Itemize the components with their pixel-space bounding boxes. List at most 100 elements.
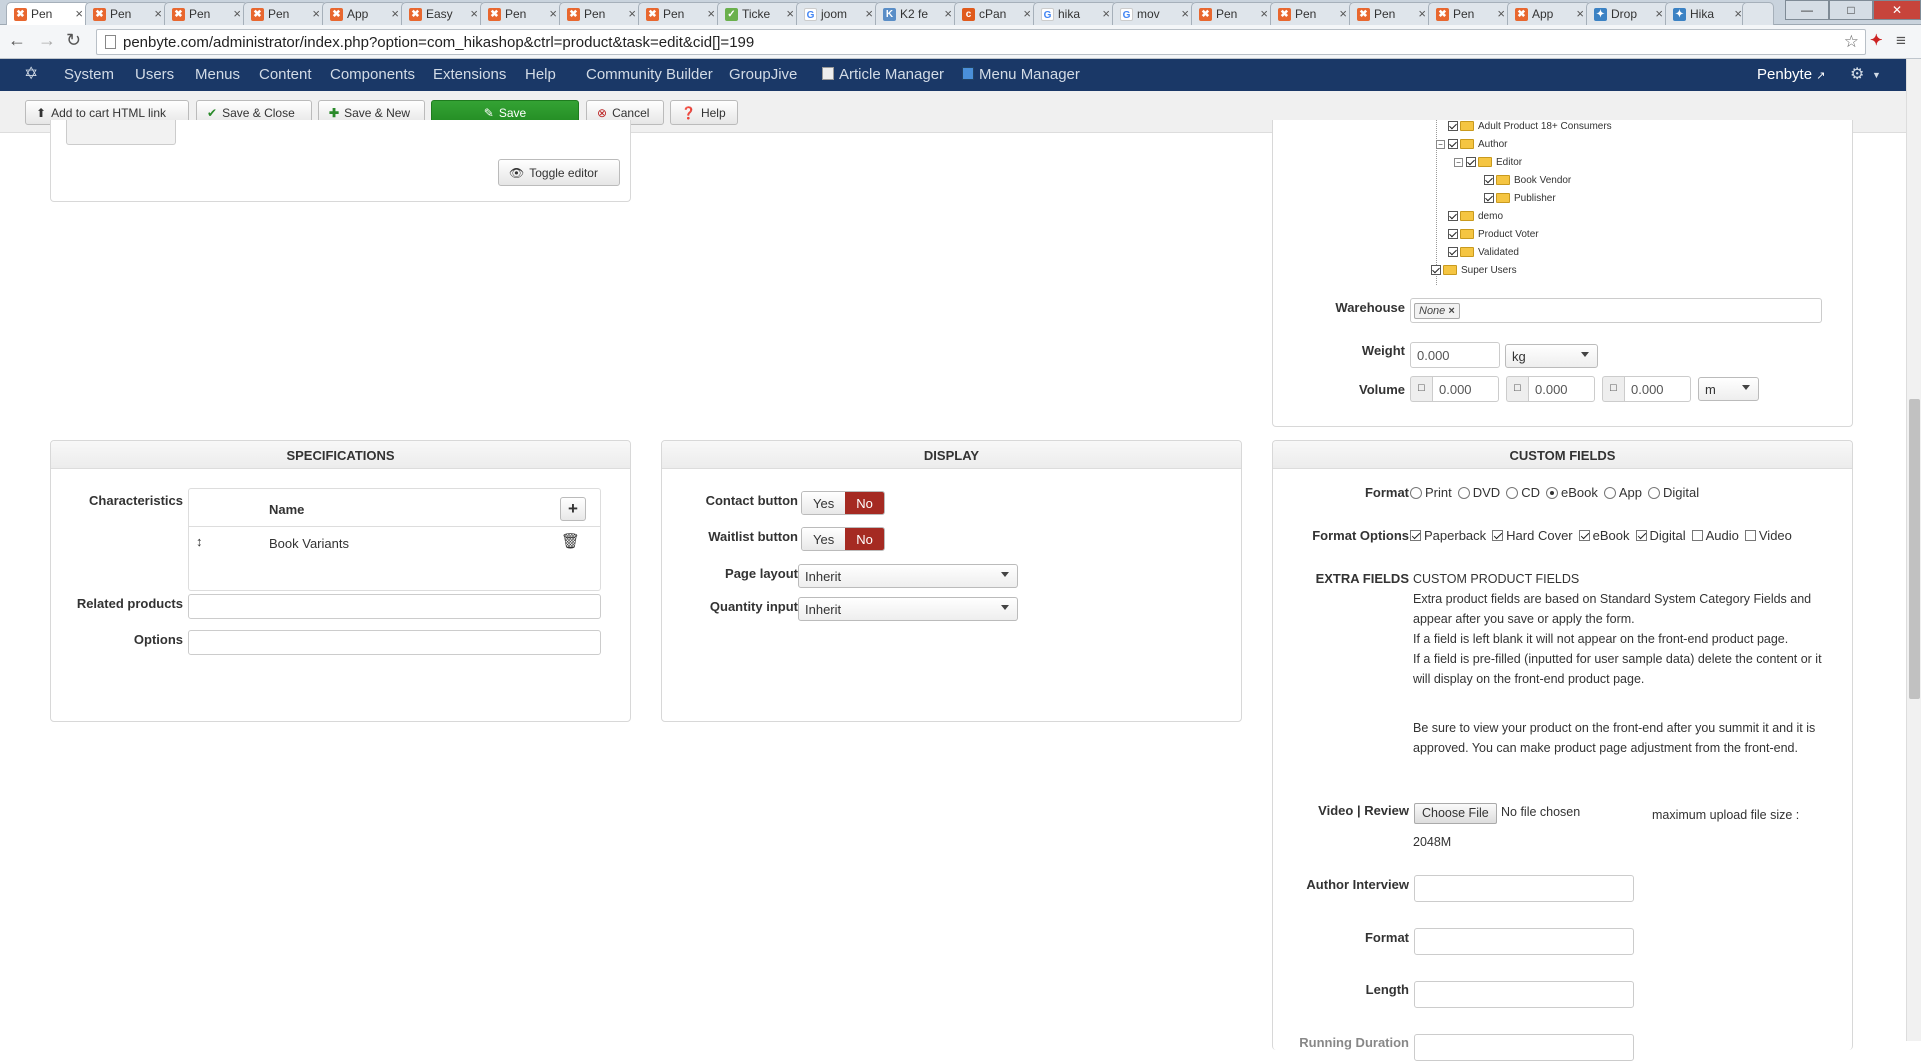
trash-icon[interactable]: 🗑 <box>561 532 580 550</box>
page-scrollbar[interactable] <box>1906 59 1921 1041</box>
tab-close-icon[interactable]: × <box>1734 6 1742 21</box>
nav-extensions[interactable]: Extensions <box>433 66 506 83</box>
browser-tab[interactable]: ✖ Pen × <box>164 2 248 25</box>
help-button[interactable]: ❓ Help <box>670 100 738 125</box>
add-characteristic-button[interactable]: + <box>560 497 586 521</box>
tree-item[interactable]: demo <box>1448 211 1503 222</box>
tree-item[interactable]: Book Vendor <box>1484 175 1571 186</box>
maximize-icon[interactable]: □ <box>1829 0 1873 20</box>
browser-tab[interactable]: Gmov × <box>1112 2 1196 25</box>
browser-tab[interactable]: ✖ App × <box>1507 2 1591 25</box>
browser-tab[interactable]: Gjoom × <box>796 2 880 25</box>
tree-collapse-icon[interactable]: − <box>1454 157 1463 167</box>
tree-collapse-icon[interactable]: − <box>1436 139 1445 149</box>
format-radio-dvd[interactable] <box>1457 486 1470 499</box>
toggle-editor-button[interactable]: 👁 Toggle editor <box>498 159 620 186</box>
browser-tab[interactable]: ✖ Pen × <box>243 2 327 25</box>
browser-tab[interactable]: ✖ Pen × <box>1349 2 1433 25</box>
acrobat-icon[interactable]: ✦ <box>1870 31 1883 49</box>
reload-icon[interactable]: ↻ <box>66 30 81 51</box>
choose-file-button[interactable]: Choose File <box>1414 803 1497 824</box>
joomla-logo-icon[interactable]: ✡ <box>24 64 38 84</box>
tab-close-icon[interactable]: × <box>549 6 557 21</box>
running-duration-input[interactable] <box>1414 1034 1634 1061</box>
tab-close-icon[interactable]: × <box>1023 6 1031 21</box>
warehouse-tag[interactable]: None × <box>1414 303 1460 319</box>
nav-components[interactable]: Components <box>330 66 415 83</box>
waitlist-no-option[interactable]: No <box>845 528 884 550</box>
browser-tab[interactable]: ✖ Pen × <box>480 2 564 25</box>
weight-unit-select[interactable]: kg <box>1505 344 1598 368</box>
forward-icon[interactable]: → <box>38 30 56 51</box>
browser-tab[interactable]: c cPan × <box>954 2 1038 25</box>
browser-tab[interactable]: ✖ Pen × <box>85 2 169 25</box>
tab-close-icon[interactable]: × <box>1497 6 1505 21</box>
tree-item[interactable]: Validated <box>1448 247 1519 258</box>
close-window-icon[interactable]: ✕ <box>1873 0 1921 20</box>
browser-tab[interactable]: ✖ Pen × <box>559 2 643 25</box>
format-field-input[interactable] <box>1414 928 1634 955</box>
tree-item[interactable]: Product Voter <box>1448 229 1539 240</box>
tab-close-icon[interactable]: × <box>628 6 636 21</box>
tab-close-icon[interactable]: × <box>1339 6 1347 21</box>
new-tab-button[interactable] <box>1742 2 1774 25</box>
tab-close-icon[interactable]: × <box>1102 6 1110 21</box>
menu-icon[interactable]: ≡ <box>1896 31 1906 51</box>
format-checkbox-digital[interactable] <box>1635 530 1647 542</box>
nav-groupjive[interactable]: GroupJive <box>729 66 797 83</box>
nav-menu-manager[interactable]: Menu Manager <box>962 66 1080 83</box>
volume-width-input[interactable]: 0.000 <box>1528 376 1595 402</box>
browser-tab[interactable]: ✖ Easy × <box>401 2 485 25</box>
tab-close-icon[interactable]: × <box>233 6 241 21</box>
tab-close-icon[interactable]: × <box>944 6 952 21</box>
tab-close-icon[interactable]: × <box>391 6 399 21</box>
volume-height-input[interactable]: 0.000 <box>1624 376 1691 402</box>
nav-community-builder[interactable]: Community Builder <box>586 66 713 83</box>
tab-close-icon[interactable]: × <box>154 6 162 21</box>
format-radio-ebook[interactable] <box>1545 486 1558 499</box>
tree-item[interactable]: − Author <box>1436 139 1507 150</box>
format-checkbox-audio[interactable] <box>1691 530 1703 542</box>
user-menu[interactable]: Penbyte ↗ <box>1757 66 1825 83</box>
nav-help[interactable]: Help <box>525 66 556 83</box>
format-radio-digital[interactable] <box>1647 486 1660 499</box>
browser-tab[interactable]: ✦ Drop × <box>1586 2 1670 25</box>
author-interview-input[interactable] <box>1414 875 1634 902</box>
remove-tag-icon[interactable]: × <box>1448 305 1454 317</box>
browser-tab[interactable]: K K2 fe × <box>875 2 959 25</box>
format-checkbox-hard-cover[interactable] <box>1492 530 1504 542</box>
tab-close-icon[interactable]: × <box>75 6 83 21</box>
tree-checkbox[interactable] <box>1448 247 1458 258</box>
tree-item[interactable]: − Editor <box>1454 157 1522 168</box>
tab-close-icon[interactable]: × <box>707 6 715 21</box>
format-radio-print[interactable] <box>1410 486 1422 499</box>
browser-tab[interactable]: Ghika × <box>1033 2 1117 25</box>
page-layout-select[interactable]: Inherit <box>798 564 1018 588</box>
browser-tab[interactable]: ✖ Pen × <box>1428 2 1512 25</box>
tab-close-icon[interactable]: × <box>470 6 478 21</box>
tree-checkbox[interactable] <box>1431 265 1441 276</box>
warehouse-input[interactable]: None × <box>1410 298 1822 323</box>
browser-tab[interactable]: ✦ Hika × <box>1665 2 1749 25</box>
format-checkbox-video[interactable] <box>1744 530 1756 542</box>
weight-input[interactable]: 0.000 <box>1410 342 1500 368</box>
tree-item[interactable]: Adult Product 18+ Consumers <box>1448 121 1612 132</box>
tree-checkbox[interactable] <box>1484 193 1494 204</box>
back-icon[interactable]: ← <box>8 30 26 51</box>
browser-tab[interactable]: ✓ Ticke × <box>717 2 801 25</box>
tab-close-icon[interactable]: × <box>1655 6 1663 21</box>
browser-tab[interactable]: ✖ Pen × <box>6 2 90 26</box>
minimize-icon[interactable]: — <box>1785 0 1829 20</box>
tree-item[interactable]: Super Users <box>1431 265 1517 276</box>
options-input[interactable] <box>188 630 601 655</box>
tree-item[interactable]: Publisher <box>1484 193 1556 204</box>
tree-checkbox[interactable] <box>1448 121 1458 132</box>
nav-menus[interactable]: Menus <box>195 66 240 83</box>
volume-length-input[interactable]: 0.000 <box>1432 376 1499 402</box>
tab-close-icon[interactable]: × <box>1418 6 1426 21</box>
format-radio-app[interactable] <box>1603 486 1616 499</box>
tab-close-icon[interactable]: × <box>312 6 320 21</box>
tree-checkbox[interactable] <box>1466 157 1476 168</box>
tab-close-icon[interactable]: × <box>786 6 794 21</box>
editor-bottom-button[interactable] <box>66 120 176 145</box>
